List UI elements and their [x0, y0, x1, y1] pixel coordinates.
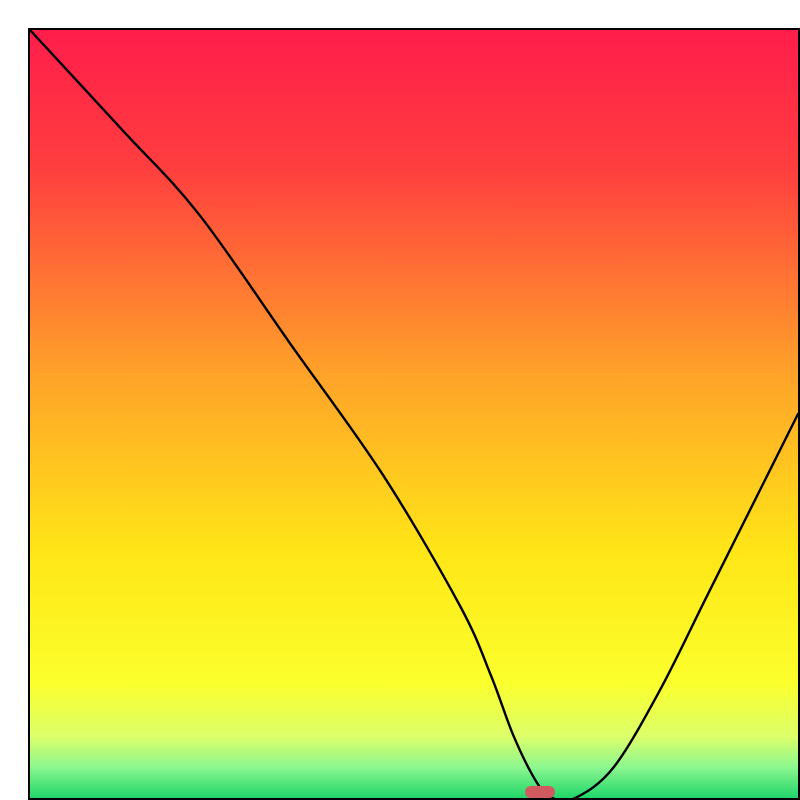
optimal-marker — [525, 786, 555, 798]
chart-frame: TheBottleneck.com — [0, 0, 800, 800]
plot-area: TheBottleneck.com — [28, 28, 800, 800]
bottleneck-curve — [30, 30, 798, 798]
